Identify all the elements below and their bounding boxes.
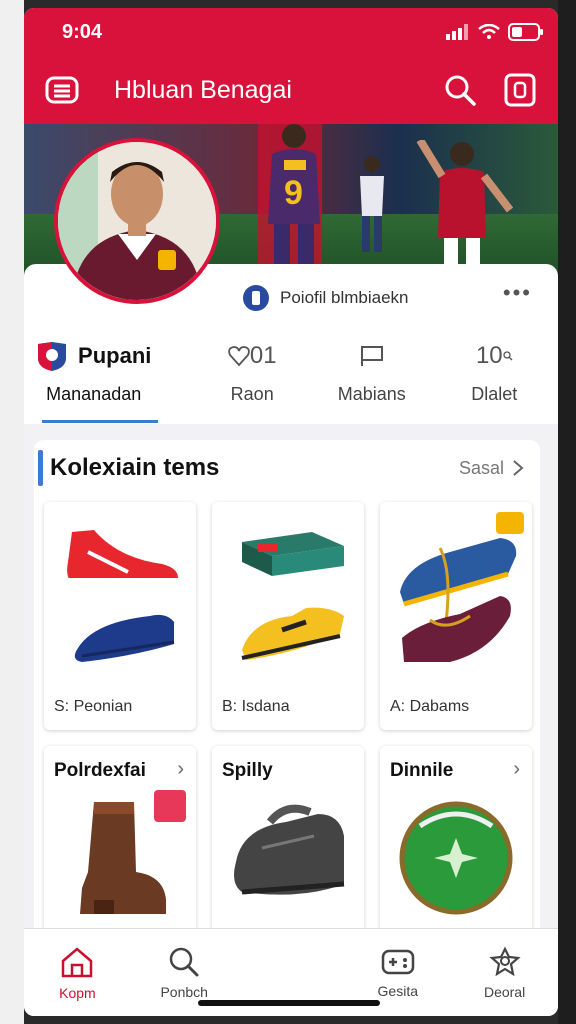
background-right	[558, 0, 576, 1024]
category-card[interactable]: Polrdexfai ›	[44, 746, 196, 936]
section-accent-bar	[38, 450, 43, 486]
home-indicator[interactable]	[198, 1000, 380, 1006]
signal-icon	[446, 24, 468, 40]
see-all-label: Sasal	[458, 457, 504, 478]
chevron-right-icon	[513, 460, 524, 476]
team-header: Pupani	[36, 332, 151, 380]
tab-label: Mananadan	[46, 384, 142, 404]
chevron-right-icon: ›	[177, 758, 184, 780]
profile-subtitle-row: Poiofil blmbiaekn	[242, 284, 409, 312]
search-small-icon	[503, 351, 513, 361]
nav-label: Deoral	[483, 983, 526, 1000]
status-time: 9:04	[62, 20, 103, 43]
more-options-icon[interactable]: •••	[503, 280, 532, 306]
collection-item[interactable]: A: Dabams	[380, 502, 532, 730]
club-badge-icon	[243, 285, 269, 311]
tab-raon-count: 01	[249, 342, 277, 369]
tab-label: Dlalet	[471, 384, 518, 404]
gamepad-icon	[381, 949, 415, 974]
collection-item[interactable]: S: Peonian	[44, 502, 196, 730]
collection-item[interactable]: B: Isdana	[212, 502, 364, 730]
see-all-link[interactable]: Sasal	[459, 458, 524, 479]
battery-icon	[508, 23, 543, 41]
status-icons	[446, 23, 544, 41]
profile-subtitle: Poiofil blmbiaekn	[280, 288, 409, 307]
category-image	[222, 792, 354, 932]
svg-text:9: 9	[284, 174, 303, 212]
menu-icon[interactable]	[42, 70, 82, 110]
tab-label: Mabians	[337, 384, 406, 404]
heart-icon	[228, 346, 250, 367]
search-icon[interactable]	[440, 70, 480, 110]
category-card[interactable]: Dinnile ›	[380, 746, 532, 936]
item-image	[54, 512, 186, 688]
item-image	[390, 512, 522, 688]
item-image	[222, 512, 354, 688]
category-name: Dinnile	[390, 760, 454, 781]
collection-grid: S: Peonian B: Isdana A: Dabams Polrdexfa…	[44, 502, 536, 936]
flag-icon	[360, 346, 383, 366]
item-name: S: Peonian	[54, 698, 133, 715]
search-icon	[169, 947, 199, 976]
nav-home[interactable]: Kopm	[24, 929, 131, 1016]
player-image-2	[416, 140, 514, 284]
tab-mananadan[interactable]: Pupani Mananadan	[24, 332, 157, 405]
active-tab-indicator	[42, 420, 158, 423]
nav-label: Kopm	[59, 984, 96, 1001]
profile-avatar[interactable]	[54, 138, 220, 304]
collection-title: Kolexiain tems	[50, 454, 220, 481]
category-image	[54, 792, 186, 932]
nav-label: Gesita	[377, 982, 419, 999]
tab-dlalet[interactable]: 10 Dlalet	[431, 332, 558, 405]
user-icon	[488, 946, 521, 976]
player-image: 9	[268, 124, 320, 274]
player-image-3	[360, 156, 384, 252]
profile-tabs: Pupani Mananadan 01 Raon Mabians 10 Dlal…	[24, 332, 558, 405]
tab-raon[interactable]: 01 Raon	[191, 332, 313, 405]
team-logo-icon	[38, 342, 67, 371]
item-name: A: Dabams	[390, 698, 470, 715]
tab-label: Raon	[230, 384, 274, 404]
team-name: Pupani	[78, 343, 152, 368]
item-name: B: Isdana	[222, 698, 290, 715]
tab-raon-header: 01	[228, 332, 277, 380]
nav-label: Ponbch	[160, 983, 208, 1000]
category-name: Spilly	[222, 760, 273, 781]
tab-dlalet-header: 10	[476, 332, 513, 380]
tab-mabians-header	[359, 332, 385, 380]
home-icon	[62, 946, 93, 977]
category-card[interactable]: Spilly	[212, 746, 364, 936]
background-left	[0, 0, 24, 1024]
nav-profile[interactable]: Deoral	[451, 929, 558, 1016]
tab-dlalet-count: 10	[475, 342, 503, 369]
tab-mabians[interactable]: Mabians	[313, 332, 431, 405]
app-screen: 9:04 Hbluan Benagai 9 Poiofil blmbiaekn …	[24, 8, 558, 1016]
chevron-right-icon: ›	[513, 758, 520, 780]
collection-header: Kolexiain tems Sasal	[34, 440, 540, 496]
app-title: Hbluan Benagai	[114, 75, 292, 104]
app-bar: Hbluan Benagai	[24, 56, 558, 124]
profile-card-icon[interactable]	[500, 70, 540, 110]
category-name: Polrdexfai	[54, 760, 146, 781]
wifi-icon	[478, 24, 500, 39]
category-image	[390, 792, 522, 932]
status-bar: 9:04	[24, 8, 558, 56]
